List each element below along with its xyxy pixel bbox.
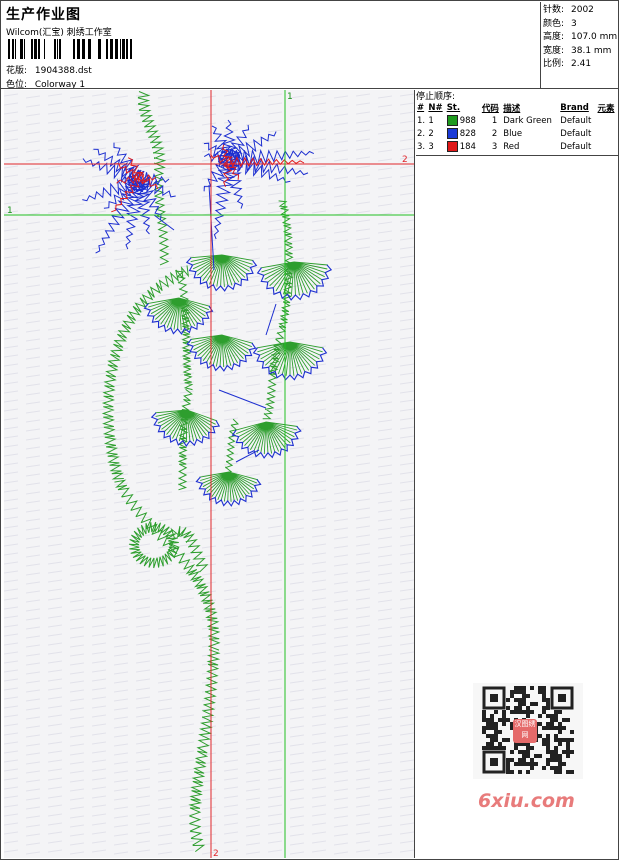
fabric-texture <box>4 93 414 855</box>
row-description: Dark Green <box>503 115 552 126</box>
row-code: 1 <box>491 115 498 126</box>
row-brand: Default <box>560 115 592 126</box>
design-canvas[interactable]: 2 2 1 1 <box>4 90 415 858</box>
pattern-value: 1904388.dst <box>34 66 92 76</box>
color-swatch <box>446 141 458 152</box>
row-index: 2. <box>417 128 426 139</box>
row-n: 1 <box>428 115 434 126</box>
row-brand: Default <box>560 128 592 139</box>
row-code: 2 <box>491 128 498 139</box>
guide-green-h-label: 1 <box>7 206 13 216</box>
pattern-row: 花版: 1904388.dst <box>6 63 92 76</box>
page-title: 生产作业图 <box>6 7 81 23</box>
barcode <box>8 39 132 59</box>
row-description: Red <box>503 141 520 152</box>
stat-scale: 比例: 2.41 <box>543 59 592 69</box>
stat-height: 高度: 107.0 mm <box>543 32 618 42</box>
row-element <box>597 140 618 153</box>
row-index: 1. <box>417 115 426 126</box>
blue-leaves <box>82 119 315 254</box>
color-table: # N# St. 代码 描述 Brand 元素 1. 1 988 1 Dark Gree… <box>416 101 618 153</box>
embroidery-design: 2 2 1 1 <box>4 90 414 858</box>
qr-code: 汉图绣网 <box>473 683 583 779</box>
fan-flowers <box>143 254 333 507</box>
pattern-label: 花版: <box>6 66 28 76</box>
color-swatch <box>446 115 458 126</box>
company-name: Wilcom(汇宝) 刺绣工作室 <box>6 28 112 38</box>
row-index: 3. <box>417 141 426 152</box>
color-row[interactable]: 1. 1 988 1 Dark Green Default <box>416 114 618 127</box>
row-stitches: 988 <box>446 114 481 127</box>
color-table-header: # N# St. 代码 描述 Brand 元素 <box>416 101 618 114</box>
row-n: 3 <box>428 141 434 152</box>
col-stitches: St. <box>446 102 461 113</box>
row-n: 2 <box>428 128 434 139</box>
panel-divider <box>416 155 618 156</box>
row-element <box>597 114 618 127</box>
col-brand: Brand <box>560 102 589 113</box>
stats-panel: 针数: 2002 颜色: 3 高度: 107.0 mm 宽度: 38.1 mm 比例: 2… <box>543 4 617 72</box>
watermark-text: 6xiu.com <box>478 790 575 812</box>
stat-stitches: 针数: 2002 <box>543 5 594 15</box>
row-description: Blue <box>503 128 523 139</box>
col-index: # <box>417 102 425 113</box>
col-code: 代码 <box>481 103 499 114</box>
row-element <box>597 127 618 140</box>
guide-red-h-label: 2 <box>402 155 408 165</box>
col-n: N# <box>428 102 443 113</box>
qr-logo: 汉图绣网 <box>513 719 537 743</box>
row-code: 3 <box>491 141 498 152</box>
color-swatch <box>446 128 458 139</box>
col-element: 元素 <box>597 103 615 114</box>
stat-colors: 颜色: 3 <box>543 18 577 29</box>
row-stitches: 828 <box>446 127 481 140</box>
row-stitches: 184 <box>446 140 481 153</box>
header-divider <box>540 2 541 88</box>
color-row[interactable]: 3. 3 184 3 Red Default <box>416 140 618 153</box>
header: 生产作业图 Wilcom(汇宝) 刺绣工作室 花版: 1904388.dst 色… <box>2 2 542 90</box>
guide-green-v-label: 1 <box>287 92 293 102</box>
stat-width: 宽度: 38.1 mm <box>543 45 612 56</box>
guide-red-v-label: 2 <box>213 849 219 858</box>
col-description: 描述 <box>503 103 521 114</box>
color-row[interactable]: 2. 2 828 2 Blue Default <box>416 127 618 140</box>
row-brand: Default <box>560 141 592 152</box>
